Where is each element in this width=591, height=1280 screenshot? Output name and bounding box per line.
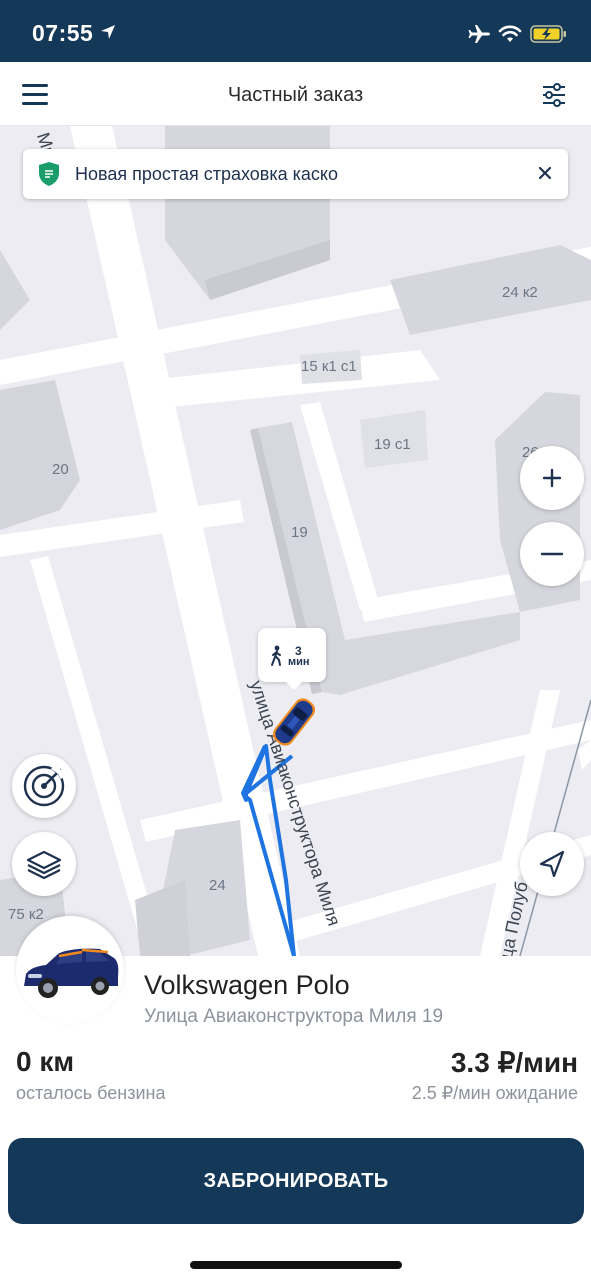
fuel-remaining-label: осталось бензина	[16, 1083, 166, 1103]
building-label: 75 к2	[8, 906, 44, 923]
waiting-price: 2.5 ₽/мин ожидание	[411, 1083, 578, 1103]
wifi-icon	[498, 25, 522, 42]
filter-sliders-icon[interactable]	[541, 82, 567, 108]
map[interactable]: 15 к1 с1 24 к2 19 с1 20 19 24 75 к2 26 у…	[0, 126, 591, 956]
radar-button[interactable]	[12, 754, 76, 818]
radar-icon	[23, 764, 66, 807]
location-arrow-icon	[101, 25, 115, 39]
walking-person-icon	[271, 645, 281, 666]
book-button[interactable]: ЗАБРОНИРОВАТЬ	[8, 1138, 584, 1224]
walk-unit: мин	[288, 656, 310, 668]
car-photo	[16, 916, 124, 1024]
building-label: 24	[209, 877, 226, 894]
banner-text: Новая простая страховка каско	[75, 164, 338, 184]
car-address: Улица Авиаконструктора Миля 19	[144, 1006, 444, 1027]
battery-charging-icon	[530, 25, 566, 43]
nav-bar: Частный заказ	[0, 62, 591, 126]
car-marker-icon[interactable]	[264, 690, 324, 754]
zoom-out-button[interactable]	[520, 522, 584, 586]
status-bar: 07:55	[0, 0, 591, 62]
home-indicator[interactable]	[190, 1261, 402, 1269]
status-time: 07:55	[32, 20, 94, 46]
building-label: 19 с1	[374, 436, 411, 453]
fuel-remaining-value: 0 км	[16, 1046, 75, 1077]
layers-icon	[26, 850, 62, 880]
my-location-icon	[539, 850, 565, 878]
zoom-in-button[interactable]	[520, 446, 584, 510]
insurance-banner[interactable]: Новая простая страховка каско	[23, 149, 568, 199]
my-location-button[interactable]	[520, 832, 584, 896]
close-icon[interactable]	[534, 162, 556, 184]
shield-icon	[39, 162, 59, 186]
airplane-icon	[468, 25, 490, 43]
building-label: 19	[291, 524, 308, 541]
zoom-out-icon	[540, 552, 564, 556]
building-label: 15 к1 с1	[301, 358, 357, 375]
building-label: 24 к2	[502, 284, 538, 301]
page-title: Частный заказ	[227, 84, 364, 106]
building-label: 20	[52, 461, 69, 478]
walk-time-badge: 3 мин	[258, 628, 326, 690]
car-name: Volkswagen Polo	[144, 970, 350, 1000]
price-per-minute: 3.3 ₽/мин	[450, 1047, 578, 1078]
zoom-in-icon	[542, 468, 562, 488]
layers-button[interactable]	[12, 832, 76, 896]
